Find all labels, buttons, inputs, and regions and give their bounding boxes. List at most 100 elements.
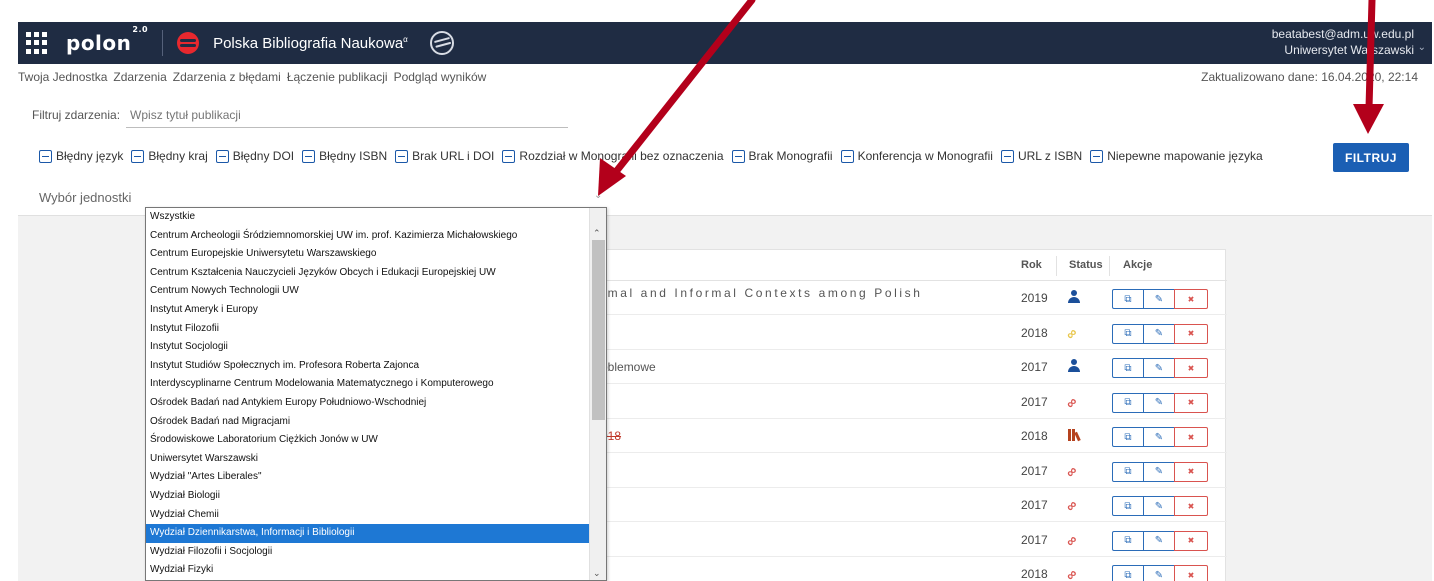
unit-option[interactable]: Uniwersytet Warszawski <box>146 450 589 469</box>
trash-button[interactable]: ✖ <box>1174 392 1208 413</box>
checkbox-niepewne-mapowanie-jezyka[interactable]: Niepewne mapowanie języka <box>1090 149 1263 163</box>
language-globe-icon[interactable] <box>429 31 454 55</box>
open-external-button[interactable]: ⧉ <box>1112 358 1144 378</box>
edit-pencil-button[interactable]: ✎ <box>1143 565 1175 581</box>
checkbox-bledny-kraj[interactable]: Błędny kraj <box>131 149 208 163</box>
checkbox-url-z-isbn[interactable]: URL z ISBN <box>1000 149 1082 163</box>
open-external-button[interactable]: ⧉ <box>1112 565 1144 581</box>
table-row[interactable]: 2017 ∞ ⧉ ✎ ✖ <box>591 385 1227 419</box>
checkbox-bledny-doi[interactable]: Błędny DOI <box>215 149 294 163</box>
nav-item-zdarzenia[interactable]: Zdarzenia <box>113 70 166 84</box>
apps-grid-icon[interactable] <box>26 32 48 54</box>
header-divider <box>162 30 164 56</box>
edit-pencil-button[interactable]: ✎ <box>1143 496 1175 516</box>
open-external-button[interactable]: ⧉ <box>1112 530 1144 551</box>
link-status-icon: ∞ <box>1061 461 1081 481</box>
unit-option[interactable]: Wydział Chemii <box>146 506 589 525</box>
unit-option[interactable]: Ośrodek Badań nad Migracjami <box>146 413 589 432</box>
unit-option[interactable]: Wydział "Artes Liberales" <box>146 468 589 487</box>
polon-logo[interactable]: polon2.0 <box>66 25 148 55</box>
trash-button[interactable]: ✖ <box>1174 565 1208 581</box>
column-header-year[interactable]: Rok <box>1021 259 1042 271</box>
edit-pencil-button[interactable]: ✎ <box>1143 530 1175 551</box>
checkbox-rozdzial-bez-oznaczenia[interactable]: Rozdział w Monografii bez oznaczenia <box>502 149 724 163</box>
chevron-down-icon[interactable]: ⌄ <box>594 190 602 201</box>
checkbox-bledny-isbn[interactable]: Błędny ISBN <box>302 149 387 163</box>
unit-option[interactable]: Wydział Filozofii i Socjologii <box>146 543 589 562</box>
nav-item-podglad-wynikow[interactable]: Podgląd wyników <box>394 70 487 84</box>
nav-item-zdarzenia-z-bledami[interactable]: Zdarzenia z błędami <box>173 70 281 84</box>
trash-button[interactable]: ✖ <box>1174 289 1208 309</box>
column-header-status[interactable]: Status <box>1069 259 1103 271</box>
trash-button[interactable]: ✖ <box>1174 358 1208 378</box>
open-external-button[interactable]: ⧉ <box>1112 496 1144 516</box>
trash-button[interactable]: ✖ <box>1174 496 1208 516</box>
edit-pencil-button[interactable]: ✎ <box>1143 427 1175 447</box>
open-external-button[interactable]: ⧉ <box>1112 427 1144 447</box>
scrollbar-thumb[interactable] <box>592 240 605 420</box>
unit-select-label[interactable]: Wybór jednostki <box>39 190 131 205</box>
scroll-up-icon[interactable]: ⌃ <box>593 228 601 239</box>
unit-option[interactable]: Wszystkie <box>146 208 589 227</box>
unit-option[interactable]: Centrum Nowych Technologii UW <box>146 282 589 301</box>
unit-option[interactable]: Instytut Filozofii <box>146 320 589 339</box>
open-external-button[interactable]: ⧉ <box>1112 289 1144 309</box>
checkbox-indeterminate-icon <box>1090 149 1104 163</box>
unit-option[interactable]: Środowiskowe Laboratorium Ciężkich Jonów… <box>146 431 589 450</box>
app-title[interactable]: Polska Bibliografia Naukowaα <box>213 35 408 52</box>
table-row[interactable]: 2017 ∞ ⧉ ✎ ✖ <box>591 488 1227 522</box>
nav-item-twoja-jednostka[interactable]: Twoja Jednostka <box>18 70 107 84</box>
unit-option[interactable]: Instytut Studiów Społecznych im. Profeso… <box>146 357 589 376</box>
table-row[interactable]: 2017 ∞ ⧉ ✎ ✖ <box>591 523 1227 557</box>
checkbox-brak-url-i-doi[interactable]: Brak URL i DOI <box>395 149 494 163</box>
open-external-button[interactable]: ⧉ <box>1112 392 1144 413</box>
unit-option[interactable]: Interdyscyplinarne Centrum Modelowania M… <box>146 375 589 394</box>
trash-icon: ✖ <box>1187 398 1195 407</box>
unit-option[interactable]: Centrum Europejskie Uniwersytetu Warszaw… <box>146 245 589 264</box>
unit-option[interactable]: Instytut Socjologii <box>146 338 589 357</box>
scroll-down-icon[interactable]: ⌄ <box>593 568 601 579</box>
checkbox-indeterminate-icon <box>731 149 745 163</box>
unit-option[interactable]: Instytut Ameryk i Europy <box>146 301 589 320</box>
unit-options-list: Wszystkie Centrum Archeologii Śródziemnom… <box>146 208 589 580</box>
checkbox-brak-monografii[interactable]: Brak Monografii <box>731 149 833 163</box>
edit-pencil-button[interactable]: ✎ <box>1143 323 1175 344</box>
table-header: Rok Status Akcje <box>591 250 1227 281</box>
trash-button[interactable]: ✖ <box>1174 530 1208 551</box>
unit-option[interactable]: Wydział Fizyki <box>146 561 589 580</box>
unit-option[interactable]: Wydział Dziennikarstwa, Informacji i Bib… <box>146 524 589 543</box>
table-row[interactable]: 2018 ∞ ⧉ ✎ ✖ <box>591 316 1227 350</box>
trash-button[interactable]: ✖ <box>1174 461 1208 482</box>
table-row[interactable]: oblemowe 2017 ⧉ ✎ ✖ <box>591 350 1227 384</box>
trash-button[interactable]: ✖ <box>1174 323 1208 344</box>
table-row[interactable]: rmal and Informal Contexts among Polish 2… <box>591 281 1227 315</box>
open-external-icon: ⧉ <box>1124 397 1132 408</box>
edit-pencil-button[interactable]: ✎ <box>1143 461 1175 482</box>
publication-year: 2017 <box>1021 532 1048 547</box>
unit-option[interactable]: Ośrodek Badań nad Antykiem Europy Połudn… <box>146 394 589 413</box>
table-row[interactable]: 2017 ∞ ⧉ ✎ ✖ <box>591 454 1227 488</box>
dropdown-scrollbar[interactable]: ⌃ ⌄ <box>589 208 606 580</box>
unit-select-dropdown[interactable]: Wszystkie Centrum Archeologii Śródziemnom… <box>145 207 607 581</box>
checkbox-konferencja-w-monografii[interactable]: Konferencja w Monografii <box>840 149 993 163</box>
unit-option[interactable]: Centrum Kształcenia Nauczycieli Języków … <box>146 264 589 283</box>
edit-pencil-button[interactable]: ✎ <box>1143 289 1175 309</box>
filter-button[interactable]: FILTRUJ <box>1333 143 1409 172</box>
edit-pencil-button[interactable]: ✎ <box>1143 358 1175 378</box>
nav-item-laczenie-publikacji[interactable]: Łączenie publikacji <box>287 70 388 84</box>
user-menu[interactable]: beatabest@adm.uw.edu.pl Uniwersytet Wars… <box>1272 26 1426 58</box>
publication-title-search-input[interactable] <box>126 106 569 128</box>
edit-pencil-button[interactable]: ✎ <box>1143 392 1175 413</box>
open-external-button[interactable]: ⧉ <box>1112 461 1144 482</box>
edit-pencil-icon: ✎ <box>1154 397 1164 408</box>
unit-option[interactable]: Wydział Biologii <box>146 487 589 506</box>
checkbox-bledny-jezyk[interactable]: Błędny język <box>39 149 123 163</box>
user-unit: Uniwersytet Warszawski <box>1284 43 1414 57</box>
trash-button[interactable]: ✖ <box>1174 427 1208 447</box>
table-row[interactable]: 2018 ∞ ⧉ ✎ ✖ <box>591 557 1227 581</box>
trash-icon: ✖ <box>1187 501 1195 511</box>
open-external-button[interactable]: ⧉ <box>1112 323 1144 344</box>
table-row[interactable]: 018 2018 ⧉ ✎ ✖ <box>591 419 1227 453</box>
unit-option[interactable]: Centrum Archeologii Śródziemnomorskiej U… <box>146 227 589 246</box>
trash-icon: ✖ <box>1187 329 1195 338</box>
